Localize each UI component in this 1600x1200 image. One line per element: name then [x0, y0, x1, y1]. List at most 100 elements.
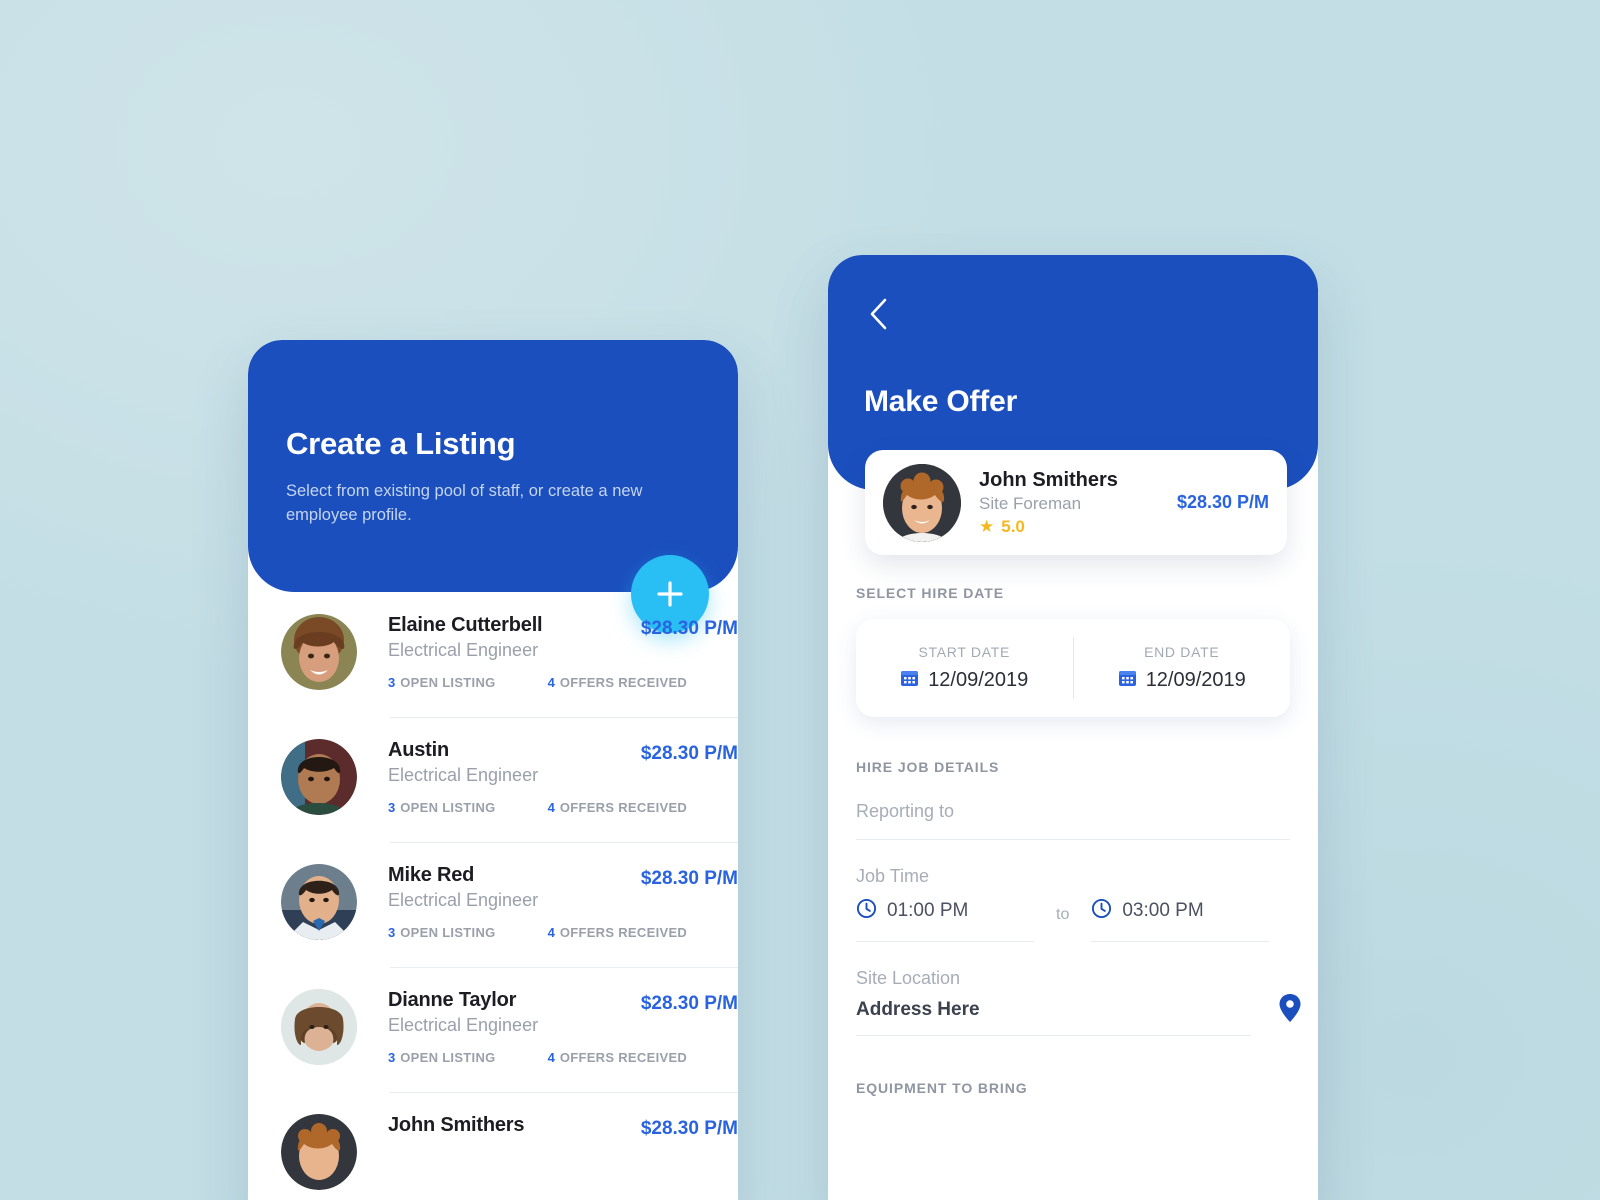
reporting-to-field[interactable]: Reporting to [856, 801, 1290, 840]
map-pin-icon[interactable] [1278, 993, 1302, 1028]
site-location-label: Site Location [856, 968, 961, 988]
site-location-field[interactable]: Site Location Address Here [856, 968, 1301, 1036]
staff-price: $28.30 P/M [640, 618, 738, 639]
staff-price: $28.30 P/M [640, 868, 738, 889]
offers-received-count: 4 [547, 925, 555, 940]
field-underline [856, 941, 1034, 942]
page-title: Create a Listing [286, 426, 516, 461]
staff-list: Elaine Cutterbell Electrical Engineer 3 … [248, 592, 738, 1200]
open-listing-label: OPEN LISTING [400, 800, 496, 815]
offers-received-count: 4 [547, 800, 555, 815]
hire-job-details-label: HIRE JOB DETAILS [856, 759, 1000, 775]
left-header: Create a Listing Select from existing po… [248, 340, 738, 592]
profile-price: $28.30 P/M [1176, 492, 1269, 512]
staff-role: Electrical Engineer [388, 890, 539, 910]
hire-date-box: START DATE 12/09/2019 END DATE 12/09/201… [856, 619, 1290, 717]
list-item[interactable]: Mike Red Electrical Engineer 3 OPEN LIST… [248, 842, 738, 967]
offers-received-label: OFFERS RECEIVED [559, 1050, 688, 1065]
list-item-content: John Smithers $28.30 P/M [357, 1114, 738, 1140]
avatar [281, 864, 357, 940]
staff-role: Electrical Engineer [388, 640, 539, 660]
offers-received-label: OFFERS RECEIVED [559, 675, 688, 690]
list-item-content: Austin Electrical Engineer 3 OPEN LISTIN… [357, 739, 738, 815]
equipment-to-bring-label: EQUIPMENT TO BRING [856, 1080, 1028, 1096]
list-item[interactable]: Elaine Cutterbell Electrical Engineer 3 … [248, 592, 738, 717]
offer-form: SELECT HIRE DATE START DATE 12/09/2019 E… [828, 585, 1318, 1096]
calendar-icon [1118, 668, 1137, 692]
row-divider [390, 1092, 738, 1093]
clock-icon [1091, 898, 1112, 924]
end-date-field[interactable]: END DATE 12/09/2019 [1074, 644, 1291, 692]
job-time-until-value: 03:00 PM [1122, 900, 1204, 921]
select-hire-date-label: SELECT HIRE DATE [856, 585, 1004, 601]
site-location-value: Address Here [856, 999, 980, 1020]
list-item-content: Elaine Cutterbell Electrical Engineer 3 … [357, 614, 738, 690]
staff-price: $28.30 P/M [640, 993, 738, 1014]
job-time-separator: to [1056, 906, 1070, 923]
make-offer-screen: Make Offer John Smithers Site Foreman ★ … [828, 255, 1318, 1200]
chevron-left-icon [866, 297, 892, 336]
start-date-value: 12/09/2019 [928, 668, 1029, 691]
staff-stats: 3 OPEN LISTING 4 OFFERS RECEIVED [388, 800, 730, 815]
field-underline [856, 839, 1290, 840]
open-listing-count: 3 [388, 925, 396, 940]
start-date-caption: START DATE [918, 644, 1011, 660]
create-listing-screen: Create a Listing Select from existing po… [248, 340, 738, 1200]
job-time-until[interactable]: 03:00 PM [1091, 887, 1270, 942]
profile-info: John Smithers Site Foreman ★ 5.0 [961, 469, 1177, 537]
list-item[interactable]: Austin Electrical Engineer 3 OPEN LISTIN… [248, 717, 738, 842]
avatar [281, 989, 357, 1065]
field-underline [1091, 941, 1270, 942]
row-divider [390, 842, 738, 843]
job-time-from-value: 01:00 PM [887, 900, 969, 921]
job-time-field: Job Time 01:00 PM to 03:00 PM [856, 866, 1290, 942]
hire-job-details-group: HIRE JOB DETAILS Reporting to Job Time 0… [856, 759, 1301, 1096]
rating: ★ 5.0 [979, 517, 1177, 537]
staff-stats: 3 OPEN LISTING 4 OFFERS RECEIVED [388, 675, 730, 690]
rating-value: 5.0 [1001, 516, 1025, 536]
staff-role: Electrical Engineer [388, 1015, 539, 1035]
end-date-caption: END DATE [1144, 644, 1220, 660]
profile-role: Site Foreman [979, 493, 1082, 513]
staff-stats: 3 OPEN LISTING 4 OFFERS RECEIVED [388, 1050, 730, 1065]
back-button[interactable] [856, 293, 902, 339]
profile-name: John Smithers [979, 468, 1118, 491]
staff-price: $28.30 P/M [640, 1118, 738, 1139]
staff-role: Electrical Engineer [388, 765, 539, 785]
list-item-content: Dianne Taylor Electrical Engineer 3 OPEN… [357, 989, 738, 1065]
open-listing-count: 3 [388, 675, 396, 690]
job-time-label: Job Time [856, 866, 930, 886]
row-divider [390, 717, 738, 718]
open-listing-label: OPEN LISTING [400, 925, 496, 940]
offers-received-count: 4 [547, 1050, 555, 1065]
list-item-content: Mike Red Electrical Engineer 3 OPEN LIST… [357, 864, 738, 940]
open-listing-label: OPEN LISTING [400, 675, 496, 690]
offers-received-count: 4 [547, 675, 555, 690]
calendar-icon [900, 668, 919, 692]
open-listing-count: 3 [388, 1050, 396, 1065]
staff-price: $28.30 P/M [640, 743, 738, 764]
job-time-from[interactable]: 01:00 PM [856, 887, 1034, 942]
star-icon: ★ [979, 517, 995, 536]
clock-icon [856, 898, 877, 924]
offers-received-label: OFFERS RECEIVED [559, 800, 688, 815]
open-listing-label: OPEN LISTING [400, 1050, 496, 1065]
page-subtitle: Select from existing pool of staff, or c… [286, 482, 643, 524]
staff-stats: 3 OPEN LISTING 4 OFFERS RECEIVED [388, 925, 730, 940]
page-title: Make Offer [864, 385, 1018, 418]
avatar [281, 739, 357, 815]
end-date-value: 12/09/2019 [1145, 668, 1246, 691]
avatar [281, 614, 357, 690]
open-listing-count: 3 [388, 800, 396, 815]
offers-received-label: OFFERS RECEIVED [559, 925, 688, 940]
background-gradient [0, 0, 1600, 1200]
reporting-to-label: Reporting to [856, 801, 955, 821]
start-date-field[interactable]: START DATE 12/09/2019 [856, 644, 1073, 692]
offer-profile-card[interactable]: John Smithers Site Foreman ★ 5.0 $28.30 … [865, 450, 1287, 555]
avatar [281, 1114, 357, 1190]
list-item[interactable]: Dianne Taylor Electrical Engineer 3 OPEN… [248, 967, 738, 1092]
row-divider [390, 967, 738, 968]
avatar [883, 463, 961, 542]
field-underline [856, 1035, 1251, 1036]
list-item[interactable]: John Smithers $28.30 P/M [248, 1092, 738, 1200]
